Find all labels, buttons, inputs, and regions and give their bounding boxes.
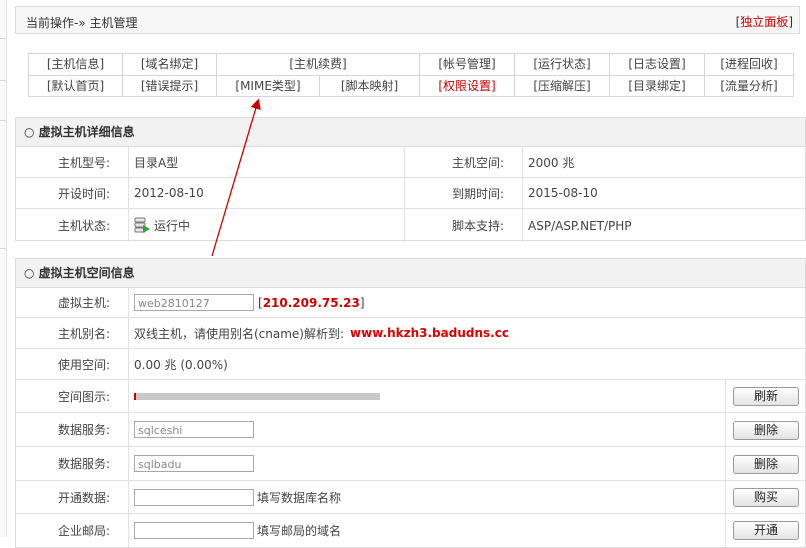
top-bar: 当前操作-» 主机管理 [独立面板] — [15, 6, 800, 34]
alias-value: 双线主机，请使用别名(cname)解析到: www.hkzh3.badudns.c… — [134, 318, 734, 348]
open-db-value: 填写数据库名称 — [134, 481, 724, 513]
host-status-label: 主机状态: — [57, 219, 110, 233]
db-name-input[interactable] — [134, 488, 254, 506]
db-service-row: 数据服务: sqlceshi 删除 — [16, 413, 805, 447]
host-model-label: 主机型号: — [57, 155, 110, 170]
ip-bracket-close: ] — [359, 295, 365, 310]
mail-label: 企业邮局: — [57, 524, 110, 538]
left-frame-edge — [0, 0, 7, 537]
detail-row: 主机型号: 目录A型 主机空间: 2000 兆 — [16, 147, 805, 178]
delete-db-button[interactable]: 删除 — [733, 455, 799, 474]
nav-permission-settings[interactable]: [权限设置] — [420, 76, 515, 97]
host-status-value: 运行中 — [134, 209, 404, 242]
nav-account-management[interactable]: [帐号管理] — [420, 54, 515, 75]
nav-error-page[interactable]: [错误提示] — [123, 76, 217, 97]
used-space-row: 使用空间: 0.00 兆 (0.00%) — [16, 349, 805, 380]
alias-label: 主机别名: — [57, 326, 110, 341]
db-service-label: 数据服务: — [57, 423, 110, 437]
nav-log-settings[interactable]: [日志设置] — [610, 54, 705, 75]
activate-mail-button[interactable]: 开通 — [733, 521, 799, 540]
mail-domain-hint: 填写邮局的域名 — [257, 524, 342, 538]
host-detail-section: ○ 虚拟主机详细信息 主机型号: 目录A型 主机空间: 2000 兆 开设时间:… — [15, 117, 806, 242]
host-detail-title: ○ 虚拟主机详细信息 — [16, 118, 805, 147]
nav-host-info[interactable]: [主机信息] — [29, 54, 123, 75]
detail-row: 主机状态: 运行中 脚本支持: ASP/ASP.NET/PHP — [16, 209, 805, 242]
host-space-section: ○ 虚拟主机空间信息 虚拟主机: web2810127 [ 210.209.75… — [15, 258, 806, 548]
open-date-value: 2012-08-10 — [134, 186, 204, 200]
nav-process-recycle[interactable]: [进程回收] — [705, 54, 793, 75]
db-service-row: 数据服务: sqlbadu 删除 — [16, 447, 805, 481]
script-support-value: ASP/ASP.NET/PHP — [528, 218, 632, 233]
host-space-label: 主机空间: — [451, 155, 504, 170]
open-date-label: 开设时间: — [57, 186, 110, 201]
virtual-host-label: 虚拟主机: — [57, 296, 110, 310]
db-name-hint: 填写数据库名称 — [257, 490, 342, 505]
buy-button[interactable]: 购买 — [733, 488, 799, 507]
used-space-value: 0.00 兆 (0.00%) — [134, 357, 228, 372]
alias-domain: www.hkzh3.badudns.cc — [350, 326, 509, 340]
space-chart-label: 空间图示: — [57, 389, 110, 404]
detail-row: 开设时间: 2012-08-10 到期时间: 2015-08-10 — [16, 178, 805, 209]
mail-row: 企业邮局: 填写邮局的域名 开通 — [16, 514, 805, 547]
standalone-panel-link[interactable]: [独立面板] — [736, 13, 793, 30]
standalone-panel-label[interactable]: 独立面板 — [740, 15, 788, 29]
refresh-button[interactable]: 刷新 — [733, 387, 799, 406]
host-space-title: ○ 虚拟主机空间信息 — [16, 259, 805, 288]
used-space-label: 使用空间: — [57, 357, 110, 372]
nav-host-renewal[interactable]: [主机续费] — [217, 54, 420, 75]
delete-db-button[interactable]: 删除 — [733, 421, 799, 440]
open-db-label: 开通数据: — [57, 490, 110, 505]
nav-compress-extract[interactable]: [压缩解压] — [515, 76, 610, 97]
space-usage-fill — [134, 392, 136, 400]
host-ip: 210.209.75.23 — [262, 295, 360, 310]
expire-date-value: 2015-08-10 — [528, 186, 598, 200]
virtual-host-value: web2810127 [ 210.209.75.23 ] — [134, 288, 734, 317]
space-chart-row: 空间图示: 刷新 — [16, 380, 805, 413]
mail-value: 填写邮局的域名 — [134, 514, 724, 547]
space-chart — [134, 380, 724, 412]
expire-date-label: 到期时间: — [451, 186, 504, 201]
nav-directory-binding[interactable]: [目录绑定] — [610, 76, 705, 97]
script-support-label: 脚本支持: — [451, 219, 504, 233]
db-service-label: 数据服务: — [57, 457, 110, 471]
alias-text: 双线主机，请使用别名(cname)解析到: — [134, 326, 345, 341]
db-service-field[interactable]: sqlbadu — [134, 455, 254, 472]
breadcrumb: 当前操作-» 主机管理 — [26, 16, 138, 30]
space-usage-bar — [134, 392, 380, 400]
host-space-value: 2000 兆 — [528, 155, 575, 170]
virtual-host-field[interactable]: web2810127 — [134, 294, 254, 311]
nav-traffic-analysis[interactable]: [流量分析] — [705, 76, 793, 97]
open-db-row: 开通数据: 填写数据库名称 购买 — [16, 481, 805, 514]
nav-mime-types[interactable]: [MIME类型] — [217, 76, 320, 97]
nav-script-mapping[interactable]: [脚本映射] — [320, 76, 420, 97]
mail-domain-input[interactable] — [134, 522, 254, 539]
nav-domain-binding[interactable]: [域名绑定] — [123, 54, 217, 75]
nav-run-status[interactable]: [运行状态] — [515, 54, 610, 75]
db-service-value: sqlbadu — [134, 447, 724, 480]
host-status-text: 运行中 — [154, 219, 191, 233]
nav-default-page[interactable]: [默认首页] — [29, 76, 123, 97]
bracket-close: ] — [788, 15, 793, 29]
alias-row: 主机别名: 双线主机，请使用别名(cname)解析到: www.hkzh3.bad… — [16, 318, 805, 349]
virtual-host-row: 虚拟主机: web2810127 [ 210.209.75.23 ] — [16, 288, 805, 318]
host-model-value: 目录A型 — [134, 155, 179, 170]
server-run-icon — [134, 217, 150, 233]
host-nav-grid: [主机信息] [域名绑定] [主机续费] [帐号管理] [运行状态] [日志设置… — [28, 53, 794, 97]
db-service-value: sqlceshi — [134, 413, 724, 446]
db-service-field[interactable]: sqlceshi — [134, 421, 254, 438]
